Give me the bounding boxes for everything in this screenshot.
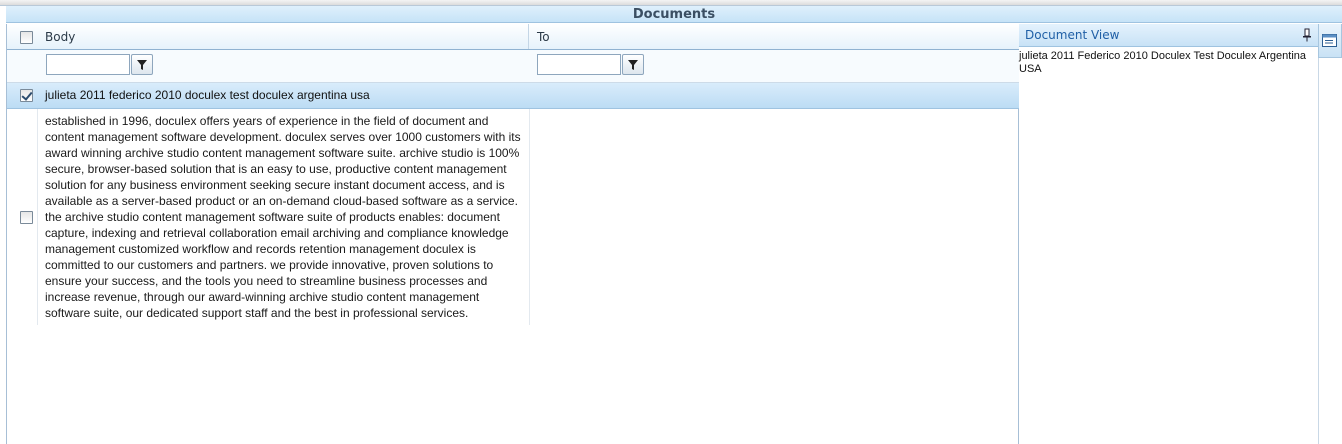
to-filter-button[interactable] — [622, 54, 644, 75]
document-view-tab-icon — [1322, 33, 1337, 47]
filter-row — [7, 50, 1019, 83]
body-line: award winning archive studio content man… — [45, 146, 520, 160]
column-divider — [529, 109, 530, 325]
table-row[interactable]: established in 1996, doculex offers year… — [7, 109, 1019, 325]
body-line: capture, indexing and retrieval collabor… — [45, 226, 509, 240]
document-view-panel: Document View julieta 2011 Federico 2010… — [1019, 24, 1318, 444]
funnel-icon — [628, 59, 638, 70]
column-header-row: Body To — [7, 24, 1019, 50]
body-line: software suite, our dedicated support st… — [45, 306, 469, 320]
funnel-icon — [137, 59, 147, 70]
document-view-side-tab[interactable] — [1318, 24, 1342, 58]
body-line: the archive studio content management so… — [45, 210, 500, 224]
body-line: solution for any business environment se… — [45, 178, 505, 192]
document-view-title: Document View — [1025, 28, 1120, 42]
document-view-content: julieta 2011 Federico 2010 Doculex Test … — [1019, 50, 1318, 76]
body-line: content management software development.… — [45, 130, 521, 144]
documents-grid: Body To julieta 2011 federico 2010 docul… — [6, 24, 1019, 444]
group-row-label: julieta 2011 federico 2010 doculex test … — [45, 88, 370, 102]
to-filter-input[interactable] — [537, 54, 621, 75]
document-view-line: USA — [1019, 63, 1042, 75]
body-line: established in 1996, doculex offers year… — [45, 114, 489, 128]
column-header-to[interactable]: To — [529, 24, 1019, 49]
document-view-header: Document View — [1019, 24, 1318, 47]
column-header-body[interactable]: Body — [37, 24, 529, 49]
body-filter-input[interactable] — [46, 54, 130, 75]
column-divider — [37, 109, 38, 325]
document-view-line: julieta 2011 Federico 2010 Doculex Test … — [1019, 50, 1306, 62]
body-line: management customized workflow and recor… — [45, 242, 476, 256]
body-filter-button[interactable] — [131, 54, 153, 75]
body-line: committed to our customers and partners.… — [45, 258, 494, 272]
panel-title: Documents — [6, 6, 1342, 23]
select-all-checkbox[interactable] — [20, 31, 33, 44]
side-strip — [1318, 58, 1342, 444]
body-line: available as a server-based product or a… — [45, 194, 518, 208]
group-row-checkbox[interactable] — [20, 89, 33, 102]
pin-icon[interactable] — [1302, 28, 1312, 42]
body-cell: established in 1996, doculex offers year… — [45, 113, 525, 321]
row-checkbox[interactable] — [20, 211, 33, 224]
body-line: ensure your success, and the tools you n… — [45, 274, 488, 288]
body-line: increase revenue, through our award-winn… — [45, 290, 480, 304]
group-row[interactable]: julieta 2011 federico 2010 doculex test … — [7, 83, 1019, 109]
body-line: secure, browser-based solution that is a… — [45, 162, 507, 176]
